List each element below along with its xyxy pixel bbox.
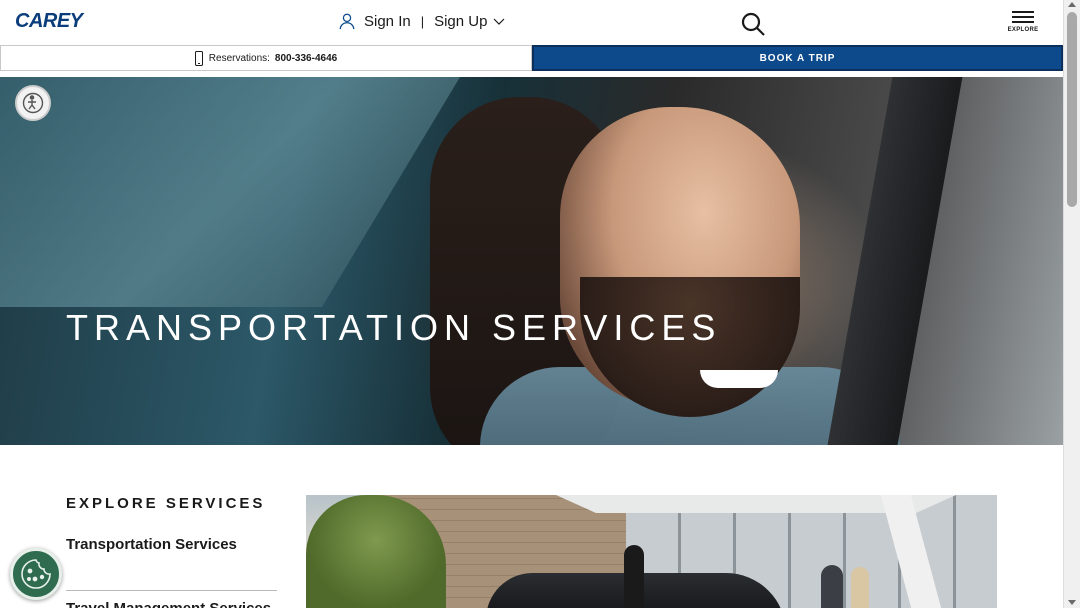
search-icon[interactable] xyxy=(740,11,766,37)
hero-car-window xyxy=(0,77,460,307)
cookie-icon xyxy=(21,559,51,589)
carey-logo[interactable]: CAREY xyxy=(15,10,83,33)
scroll-up-icon[interactable] xyxy=(1068,2,1076,7)
explore-services-heading: EXPLORE SERVICES xyxy=(66,495,266,512)
photo-passenger-woman xyxy=(851,567,869,608)
photo-passenger-man xyxy=(821,565,843,608)
photo-chauffeur xyxy=(624,545,644,608)
scrollbar-thumb[interactable] xyxy=(1067,12,1077,207)
user-icon xyxy=(339,13,355,30)
accessibility-icon xyxy=(22,92,44,114)
reservation-strip: Reservations: 800-336-4646 BOOK A TRIP xyxy=(0,45,1063,71)
service-link-transportation[interactable]: Transportation Services xyxy=(66,536,237,553)
phone-icon xyxy=(194,50,203,66)
explore-label: EXPLORE xyxy=(1007,27,1039,33)
auth-separator: | xyxy=(420,13,425,29)
site-header: CAREY Sign In | Sign Up EXPLORE xyxy=(0,0,1063,45)
services-divider xyxy=(66,590,277,591)
service-link-travel-management[interactable]: Travel Management Services xyxy=(66,600,276,608)
auth-links: Sign In | Sign Up xyxy=(338,12,505,30)
hero-smile xyxy=(700,370,778,388)
hero-banner: TRANSPORTATION SERVICES xyxy=(0,77,1063,445)
cookie-settings-button[interactable] xyxy=(10,548,62,600)
page: CAREY Sign In | Sign Up EXPLORE Reservat… xyxy=(0,0,1080,608)
sign-up-link[interactable]: Sign Up xyxy=(434,13,487,30)
reservations-phone[interactable]: Reservations: 800-336-4646 xyxy=(0,45,532,71)
sign-in-link[interactable]: Sign In xyxy=(364,13,411,30)
page-scrollbar[interactable] xyxy=(1063,0,1080,608)
reservations-number[interactable]: 800-336-4646 xyxy=(275,53,337,64)
hamburger-menu-icon xyxy=(1012,11,1034,26)
reservations-label: Reservations: xyxy=(208,52,270,64)
hero-car-pillar xyxy=(827,77,963,445)
explore-menu-button[interactable]: EXPLORE xyxy=(1006,11,1040,33)
book-a-trip-button[interactable]: BOOK A TRIP xyxy=(532,45,1063,71)
scroll-down-icon[interactable] xyxy=(1068,600,1076,605)
accessibility-button[interactable] xyxy=(15,85,51,121)
service-photo xyxy=(306,495,997,608)
chevron-down-icon[interactable] xyxy=(493,15,505,27)
hero-title: TRANSPORTATION SERVICES xyxy=(66,307,722,348)
